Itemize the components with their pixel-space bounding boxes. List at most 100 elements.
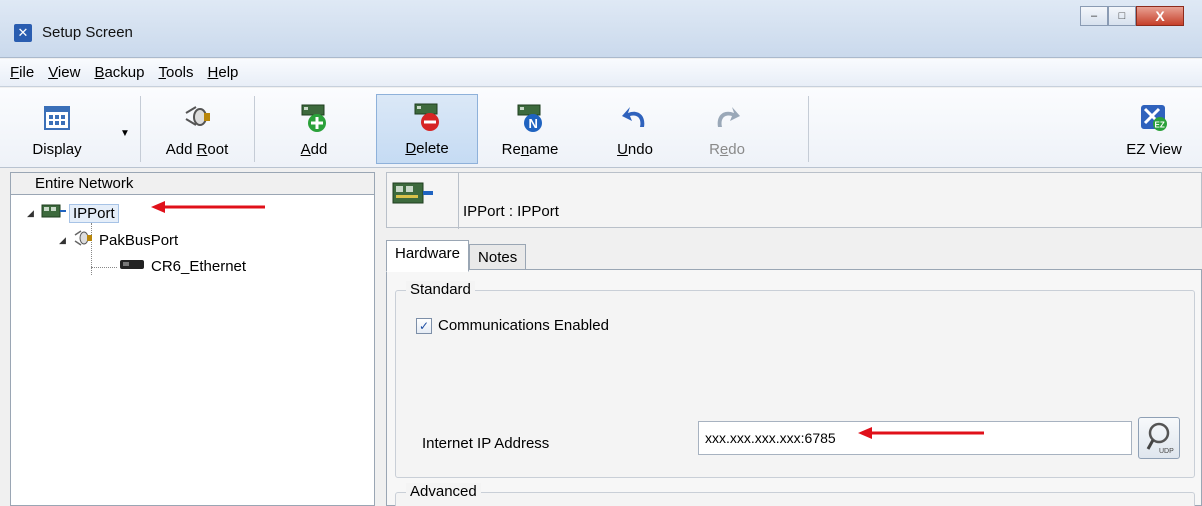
udp-search-button[interactable]: UDP: [1138, 417, 1180, 459]
minimize-button[interactable]: –: [1080, 6, 1108, 26]
collapse-triangle-icon[interactable]: ◢: [59, 235, 71, 246]
detail-panel: IPPort : IPPort Hardware Notes Standard …: [378, 172, 1202, 506]
undo-label-key: U: [617, 141, 628, 158]
network-tree-panel: Entire Network ◢ IPPort ◢ PakBusPort CR6…: [10, 172, 375, 506]
add-root-icon: [182, 103, 212, 133]
menu-bar: File View Backup Tools Help: [0, 59, 1202, 87]
advanced-group-title: Advanced: [406, 483, 481, 500]
tree-connector: [91, 267, 117, 268]
setup-screen-window: ✕ Setup Screen – □ X File View Backup To…: [0, 0, 1202, 506]
grid-icon: [42, 103, 72, 133]
tree-node-label: IPPort: [69, 203, 119, 223]
svg-text:EZ: EZ: [1155, 121, 1165, 130]
undo-icon: [620, 103, 650, 133]
rename-device-icon: N: [515, 103, 545, 133]
undo-button[interactable]: Undo: [594, 94, 676, 164]
menu-tools-key: T: [158, 64, 166, 81]
add-device-icon: [299, 103, 329, 133]
display-dropdown-arrow-icon[interactable]: ▼: [120, 128, 130, 139]
delete-device-icon: [412, 102, 442, 132]
comm-enabled-row: ✓ Communications Enabled: [416, 317, 609, 334]
ez-view-button[interactable]: EZ EZ View: [1112, 94, 1196, 164]
delete-label: Delete: [405, 140, 448, 157]
menu-backup-rest: ackup: [104, 64, 145, 81]
menu-tools[interactable]: Tools: [158, 64, 193, 81]
toolbar-separator: [140, 96, 141, 162]
add-root-label-key: R: [196, 141, 208, 158]
redo-label-post: do: [728, 141, 745, 158]
title-bar[interactable]: ✕ Setup Screen – □ X: [0, 0, 1202, 58]
menu-help-rest: elp: [218, 64, 239, 81]
menu-file[interactable]: File: [10, 64, 34, 81]
ip-port-icon: [392, 182, 433, 204]
comm-enabled-label: Communications Enabled: [438, 317, 609, 334]
redo-label-key: e: [719, 141, 729, 158]
header-icon-box: [387, 173, 459, 229]
menu-help[interactable]: Help: [208, 64, 239, 81]
redo-icon: [712, 103, 742, 133]
udp-label: UDP: [1159, 448, 1174, 455]
add-root-button[interactable]: Add Root: [152, 94, 242, 164]
display-label: Display: [32, 141, 82, 158]
detail-title: IPPort : IPPort: [463, 203, 559, 220]
undo-label-post: ndo: [627, 141, 653, 158]
rename-label-key: n: [520, 141, 530, 158]
display-button[interactable]: Display: [8, 94, 106, 164]
ip-port-icon: [41, 203, 67, 223]
menu-view-key: V: [48, 64, 58, 81]
hardware-tab-content: Standard ✓ Communications Enabled Intern…: [386, 269, 1202, 506]
rename-label-post: ame: [529, 141, 559, 158]
redo-label-pre: R: [709, 141, 720, 158]
annotation-arrow: [858, 427, 984, 439]
svg-text:N: N: [529, 116, 538, 131]
menu-view[interactable]: View: [48, 64, 80, 81]
menu-tools-rest: ools: [165, 64, 194, 81]
advanced-group: Advanced: [395, 483, 1195, 506]
standard-group: Standard ✓ Communications Enabled Intern…: [395, 281, 1195, 478]
add-root-label-post: oot: [207, 141, 229, 158]
undo-label: Undo: [617, 141, 653, 158]
tree-node-ipport[interactable]: ◢ IPPort: [27, 203, 119, 223]
ip-address-label: Internet IP Address: [422, 435, 550, 452]
menu-view-rest: iew: [57, 64, 81, 81]
annotation-arrow: [151, 201, 265, 213]
ez-view-label: EZ View: [1126, 141, 1182, 158]
standard-group-title: Standard: [406, 281, 475, 298]
tree-node-pakbusport[interactable]: ◢ PakBusPort: [59, 229, 178, 251]
add-button[interactable]: Add: [268, 94, 360, 164]
add-label: Add: [301, 141, 328, 158]
add-root-label-pre: Add: [165, 141, 197, 158]
detail-header: IPPort : IPPort: [386, 172, 1202, 229]
toolbar-separator: [254, 96, 255, 162]
delete-button[interactable]: Delete: [376, 94, 478, 164]
tab-notes[interactable]: Notes: [469, 244, 527, 272]
delete-label-key: D: [405, 140, 417, 157]
tab-hardware[interactable]: Hardware: [386, 240, 470, 272]
udp-magnifier-icon: UDP: [1146, 422, 1174, 455]
detail-tabs: Hardware Notes: [386, 240, 527, 272]
maximize-button[interactable]: □: [1108, 6, 1136, 26]
rename-label-pre: Re: [501, 141, 521, 158]
redo-label: Redo: [709, 141, 745, 158]
collapse-triangle-icon[interactable]: ◢: [27, 208, 39, 219]
pakbus-port-icon: [73, 229, 95, 251]
close-button[interactable]: X: [1136, 6, 1184, 26]
rename-button[interactable]: N Rename: [488, 94, 572, 164]
menu-backup-key: B: [94, 64, 105, 81]
tree-node-label: CR6_Ethernet: [151, 257, 247, 275]
toolbar: Display ▼ Add Root Add Delete N Rename U…: [0, 88, 1202, 168]
menu-backup[interactable]: Backup: [94, 64, 144, 81]
tree-node-label: PakBusPort: [99, 231, 179, 249]
window-title: Setup Screen: [42, 24, 133, 41]
comm-enabled-checkbox[interactable]: ✓: [416, 317, 432, 334]
window-controls: – □ X: [1080, 6, 1184, 26]
add-label-post: dd: [310, 141, 328, 158]
redo-button[interactable]: Redo: [686, 94, 768, 164]
tree-node-cr6-ethernet[interactable]: CR6_Ethernet: [119, 257, 246, 275]
menu-help-key: H: [207, 64, 219, 81]
delete-label-post: elete: [416, 140, 449, 157]
datalogger-icon: [119, 257, 145, 275]
menu-file-rest: ile: [19, 64, 35, 81]
tree-header: Entire Network: [11, 173, 374, 195]
rename-label: Rename: [502, 141, 559, 158]
